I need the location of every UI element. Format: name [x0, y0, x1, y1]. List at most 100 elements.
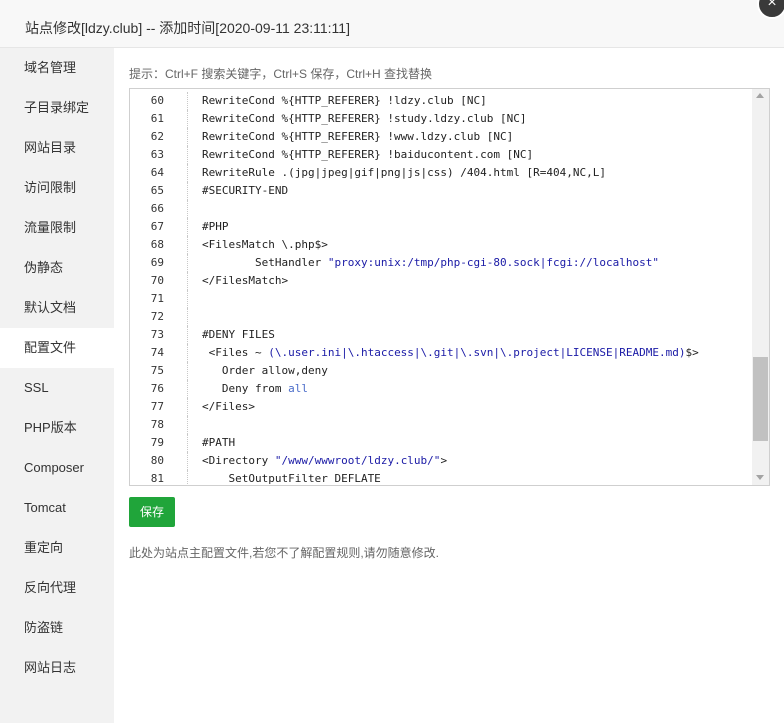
line-code: RewriteCond %{HTTP_REFERER} !baiduconten…: [202, 148, 534, 161]
indent-guide: [187, 272, 188, 290]
indent-guide: [187, 128, 188, 146]
code-line[interactable]: 68 <FilesMatch \.php$>: [130, 236, 750, 254]
sidebar-item-php-version[interactable]: PHP版本: [0, 408, 114, 448]
sidebar-item-default-document[interactable]: 默认文档: [0, 288, 114, 328]
sidebar-item-composer[interactable]: Composer: [0, 448, 114, 488]
line-code: #SECURITY-END: [202, 184, 289, 197]
code-line[interactable]: 81 SetOutputFilter DEFLATE: [130, 470, 750, 485]
line-code: </Files>: [202, 400, 255, 413]
line-code: RewriteCond %{HTTP_REFERER} !ldzy.club […: [202, 94, 487, 107]
sidebar-item-site-directory[interactable]: 网站目录: [0, 128, 114, 168]
code-line[interactable]: 78: [130, 416, 750, 434]
editor-scrollbar[interactable]: [752, 89, 769, 485]
scroll-down-arrow-icon[interactable]: [756, 475, 764, 480]
indent-guide: [187, 326, 188, 344]
sidebar-item-rewrite[interactable]: 伪静态: [0, 248, 114, 288]
code-string: "/www/wwwroot/ldzy.club/": [274, 454, 441, 467]
code-line[interactable]: 63 RewriteCond %{HTTP_REFERER} !baiducont…: [130, 146, 750, 164]
code-line[interactable]: 61 RewriteCond %{HTTP_REFERER} !study.ldz…: [130, 110, 750, 128]
indent-guide: [187, 290, 188, 308]
sidebar-item-config-file[interactable]: 配置文件: [0, 328, 114, 368]
code-string: "proxy:unix:/tmp/php-cgi-80.sock|fcgi://…: [327, 256, 659, 269]
code-line[interactable]: 64 RewriteRule .(jpg|jpeg|gif|png|js|css)…: [130, 164, 750, 182]
line-code: #PATH: [202, 436, 236, 449]
line-code: Order allow,deny: [202, 364, 328, 377]
line-number: 78: [150, 418, 164, 431]
code-line[interactable]: 70 </FilesMatch>: [130, 272, 750, 290]
line-code: #PHP: [202, 220, 229, 233]
line-code: RewriteRule .(jpg|jpeg|gif|png|js|css) /…: [202, 166, 606, 179]
sidebar-item-hotlink-protection[interactable]: 防盗链: [0, 608, 114, 648]
line-code: RewriteCond %{HTTP_REFERER} !www.ldzy.cl…: [202, 130, 514, 143]
line-number: 61: [150, 112, 164, 125]
code-line[interactable]: 71: [130, 290, 750, 308]
save-button[interactable]: 保存: [129, 497, 175, 527]
config-code-editor[interactable]: 60 RewriteCond %{HTTP_REFERER} !ldzy.club…: [129, 88, 770, 486]
code-line[interactable]: 72: [130, 308, 750, 326]
line-number: 68: [150, 238, 164, 251]
code-line[interactable]: 69 SetHandler "proxy:unix:/tmp/php-cgi-8…: [130, 254, 750, 272]
indent-guide: [187, 218, 188, 236]
line-number: 65: [150, 184, 164, 197]
line-number: 72: [150, 310, 164, 323]
indent-guide: [187, 470, 188, 485]
scrollbar-thumb[interactable]: [753, 357, 768, 441]
sidebar-item-ssl[interactable]: SSL: [0, 368, 114, 408]
indent-guide: [187, 146, 188, 164]
code-line[interactable]: 67 #PHP: [130, 218, 750, 236]
sidebar-item-tomcat[interactable]: Tomcat: [0, 488, 114, 528]
line-number: 76: [150, 382, 164, 395]
sidebar-item-subdirectory-binding[interactable]: 子目录绑定: [0, 88, 114, 128]
line-number: 80: [150, 454, 164, 467]
indent-guide: [187, 380, 188, 398]
sidebar-item-traffic-limit[interactable]: 流量限制: [0, 208, 114, 248]
code-line[interactable]: 74 <Files ~ (\.user.ini|\.htaccess|\.git…: [130, 344, 750, 362]
dialog-title: 站点修改[ldzy.club] -- 添加时间[2020-09-11 23:11…: [25, 20, 350, 36]
line-code: SetOutputFilter DEFLATE: [202, 472, 381, 485]
indent-guide: [187, 110, 188, 128]
line-number: 67: [150, 220, 164, 233]
sidebar-item-redirect[interactable]: 重定向: [0, 528, 114, 568]
sidebar-item-domain-management[interactable]: 域名管理: [0, 48, 114, 88]
indent-guide: [187, 308, 188, 326]
line-code: SetHandler "proxy:unix:/tmp/php-cgi-80.s…: [202, 254, 659, 272]
code-line[interactable]: 66: [130, 200, 750, 218]
indent-guide: [187, 182, 188, 200]
code-line[interactable]: 80 <Directory "/www/wwwroot/ldzy.club/">: [130, 452, 750, 470]
code-line[interactable]: 60 RewriteCond %{HTTP_REFERER} !ldzy.club…: [130, 92, 750, 110]
line-number: 69: [150, 256, 164, 269]
code-line[interactable]: 79 #PATH: [130, 434, 750, 452]
code-line[interactable]: 75 Order allow,deny: [130, 362, 750, 380]
line-code: RewriteCond %{HTTP_REFERER} !study.ldzy.…: [202, 112, 527, 125]
code-plain: >: [440, 454, 448, 467]
indent-guide: [187, 362, 188, 380]
line-number: 70: [150, 274, 164, 287]
sidebar-item-reverse-proxy[interactable]: 反向代理: [0, 568, 114, 608]
indent-guide: [187, 398, 188, 416]
settings-sidebar: 域名管理 子目录绑定 网站目录 访问限制 流量限制 伪静态 默认文档 配置文件 …: [0, 48, 114, 723]
code-line[interactable]: 73 #DENY FILES: [130, 326, 750, 344]
code-line[interactable]: 65 #SECURITY-END: [130, 182, 750, 200]
line-number: 63: [150, 148, 164, 161]
line-code: </FilesMatch>: [202, 274, 289, 287]
scroll-up-arrow-icon[interactable]: [756, 93, 764, 98]
indent-guide: [187, 434, 188, 452]
indent-guide: [187, 200, 188, 218]
config-file-panel: 提示：Ctrl+F 搜索关键字，Ctrl+S 保存，Ctrl+H 查找替换 60…: [114, 48, 784, 723]
dialog-title-bar: 站点修改[ldzy.club] -- 添加时间[2020-09-11 23:11…: [0, 0, 784, 48]
code-line[interactable]: 62 RewriteCond %{HTTP_REFERER} !www.ldzy.…: [130, 128, 750, 146]
sidebar-item-access-restriction[interactable]: 访问限制: [0, 168, 114, 208]
code-line[interactable]: 76 Deny from all: [130, 380, 750, 398]
code-plain: Deny from: [202, 382, 289, 395]
indent-guide: [187, 236, 188, 254]
line-code: <Files ~ (\.user.ini|\.htaccess|\.git|\.…: [202, 344, 699, 362]
line-code: <Directory "/www/wwwroot/ldzy.club/">: [202, 452, 447, 470]
indent-guide: [187, 452, 188, 470]
code-line[interactable]: 77 </Files>: [130, 398, 750, 416]
line-number: 81: [150, 472, 164, 485]
line-number: 73: [150, 328, 164, 341]
indent-guide: [187, 344, 188, 362]
sidebar-item-site-logs[interactable]: 网站日志: [0, 648, 114, 688]
line-code: <FilesMatch \.php$>: [202, 238, 328, 251]
indent-guide: [187, 164, 188, 182]
